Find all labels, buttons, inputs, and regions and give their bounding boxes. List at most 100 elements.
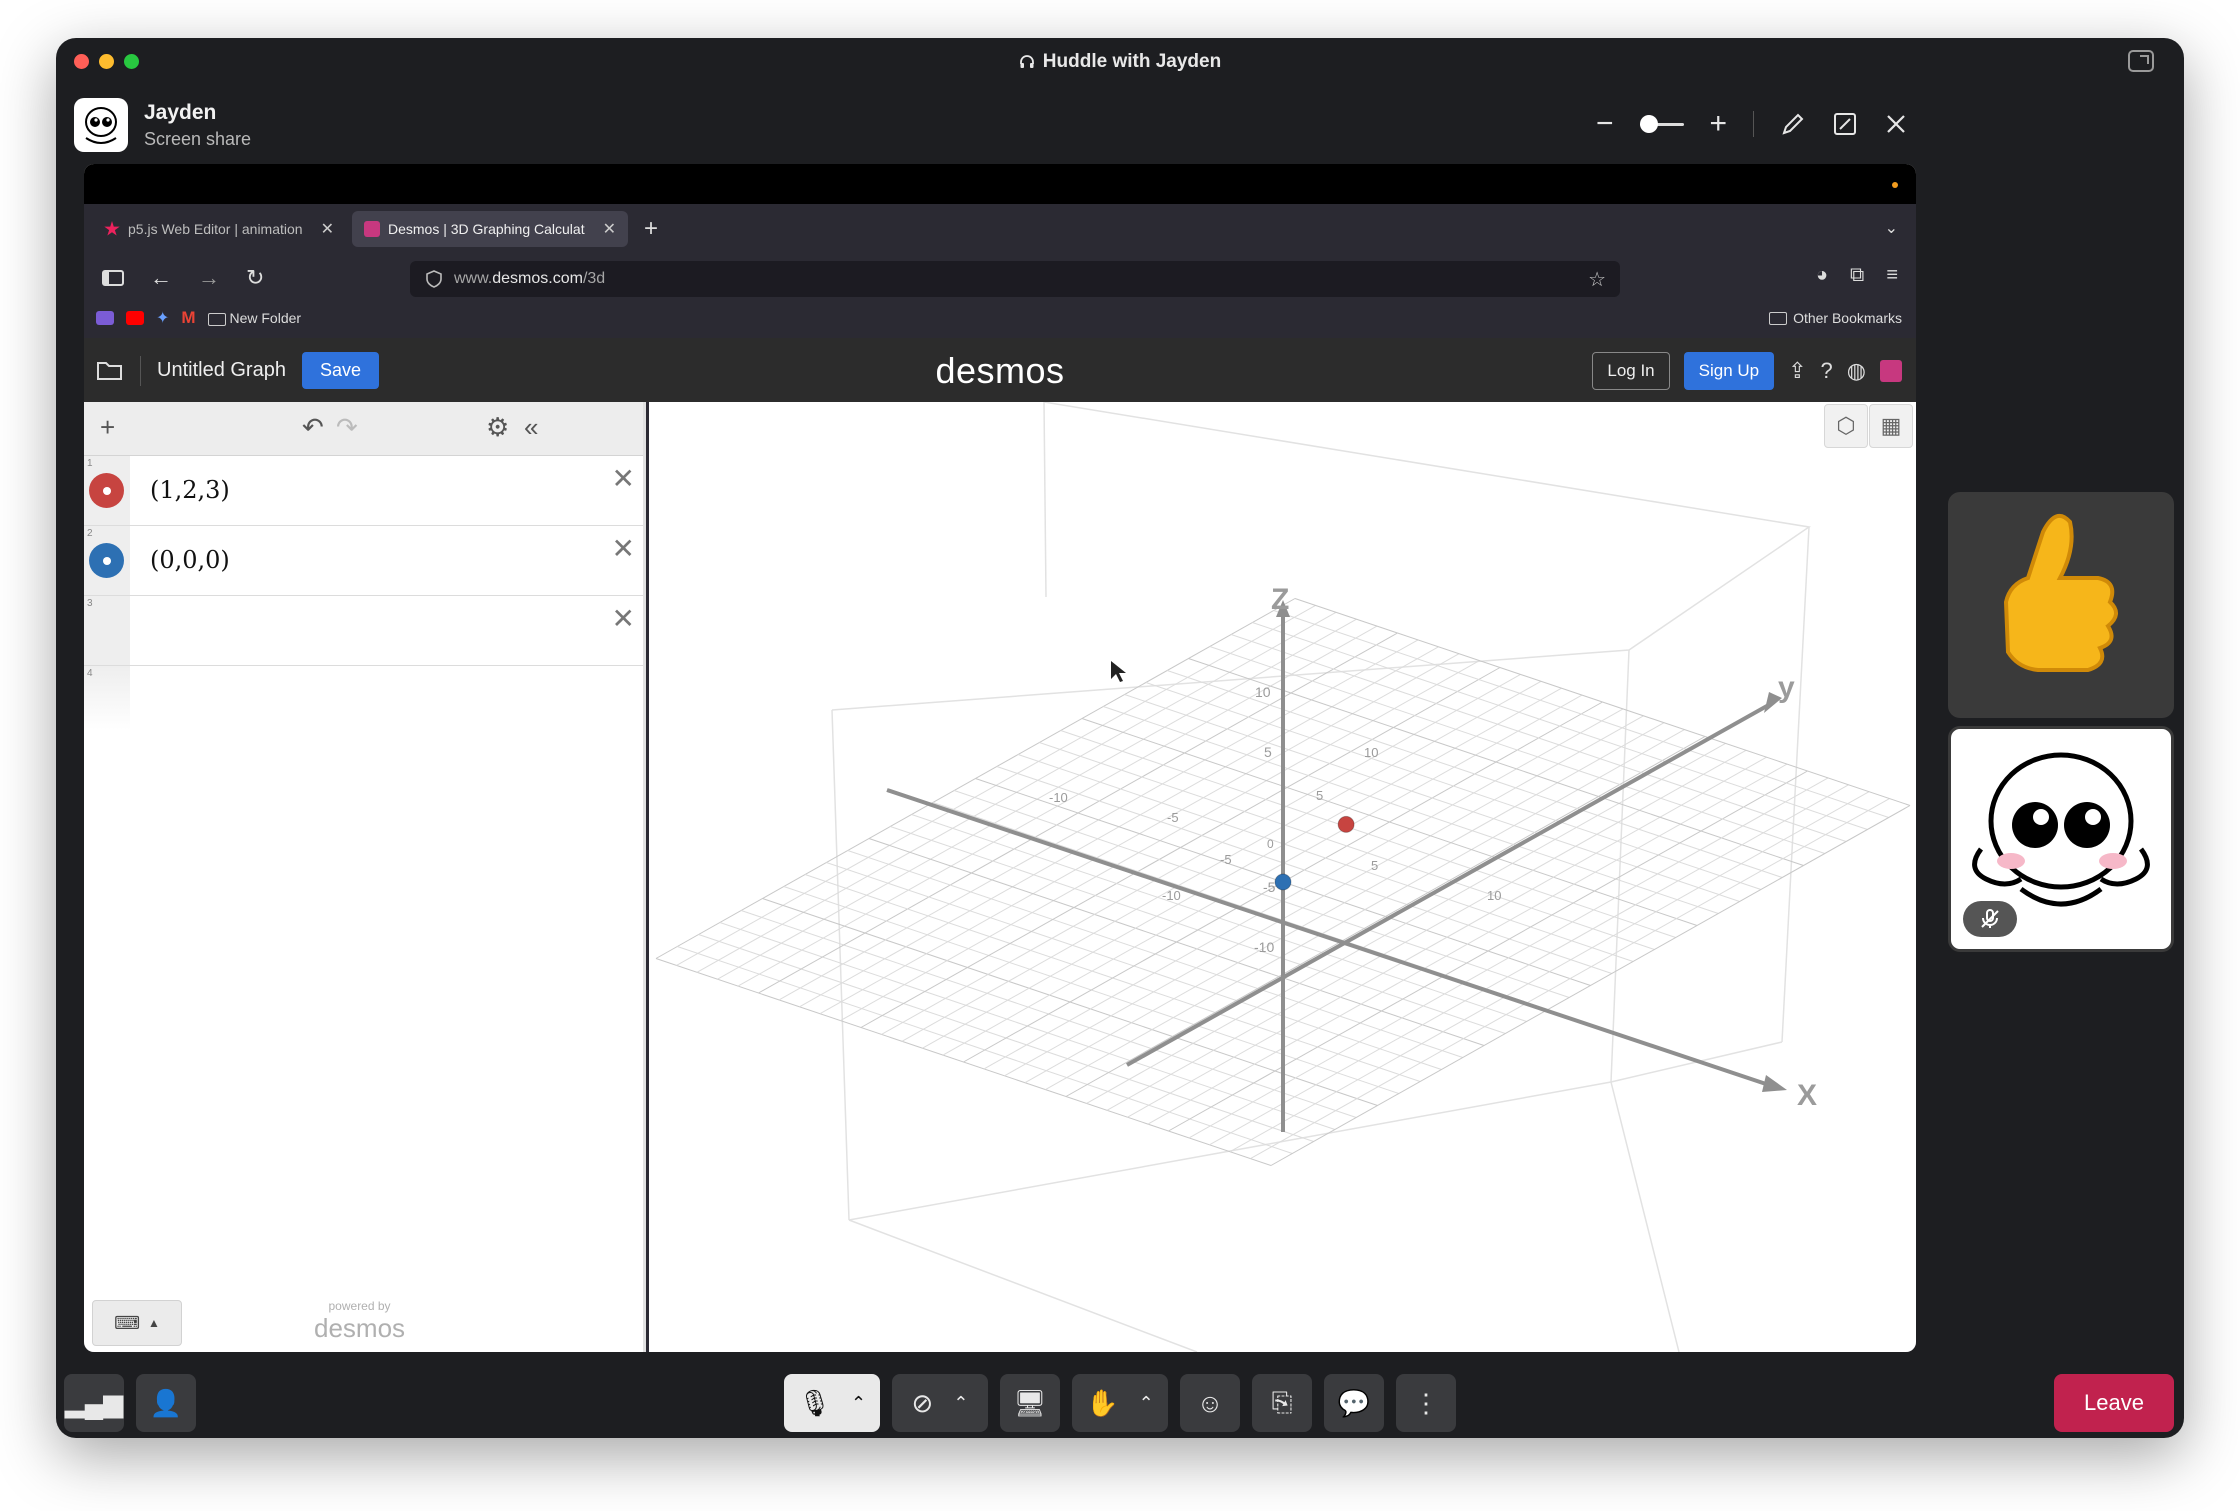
add-expression-icon[interactable]: + — [100, 412, 115, 443]
grid-line — [1229, 791, 1870, 1153]
graph-title[interactable]: Untitled Graph — [157, 359, 286, 382]
expression-row[interactable]: 2 (0,0,0) ✕ — [84, 526, 643, 596]
grid-line — [1167, 670, 1783, 878]
close-tab-icon[interactable]: ✕ — [603, 219, 616, 239]
share-icon[interactable]: ⇪ — [1788, 358, 1806, 384]
title-bar: Huddle with Jayden — [56, 38, 2184, 86]
globe-icon[interactable]: ◍ — [1847, 358, 1866, 384]
zoom-in-icon[interactable]: + — [1710, 107, 1728, 141]
reload-icon[interactable]: ↻ — [246, 265, 264, 291]
add-people-button[interactable]: 👤 — [136, 1374, 196, 1432]
participant-tile-self[interactable] — [1948, 726, 2174, 952]
expression-latex[interactable]: (0,0,0) — [150, 546, 230, 574]
screen-share-button[interactable]: 🖥 — [1000, 1374, 1060, 1432]
chevron-down-icon[interactable]: ⌄ — [1885, 218, 1898, 238]
save-button[interactable]: Save — [301, 352, 379, 389]
point-color-icon[interactable] — [89, 473, 124, 508]
leave-button[interactable]: Leave — [2054, 1374, 2174, 1432]
redo-icon[interactable]: ↷ — [336, 412, 358, 443]
bookmark-new-folder[interactable]: New Folder — [207, 310, 301, 326]
raise-hand-button[interactable]: ✋ ⌃ — [1072, 1374, 1168, 1432]
expression-number: 4 — [87, 668, 93, 679]
point-marker[interactable] — [1337, 815, 1355, 833]
expression-row[interactable]: 1 (1,2,3) ✕ — [84, 456, 643, 526]
url-prefix: www. — [454, 270, 493, 287]
expression-row[interactable]: 4 — [84, 666, 643, 730]
thumbs-up-icon — [2003, 513, 2118, 672]
menu-icon[interactable]: ≡ — [1886, 264, 1898, 287]
grid-line — [1060, 730, 1676, 938]
gmail-m-bookmark-icon[interactable]: M — [181, 308, 195, 328]
connection-stats-button[interactable]: ▂▄▆ — [64, 1374, 124, 1432]
chat-button[interactable]: 💬 — [1324, 1374, 1384, 1432]
help-icon[interactable]: ? — [1821, 358, 1833, 384]
window-title: Huddle with Jayden — [1019, 51, 1221, 73]
open-folder-icon[interactable] — [96, 360, 124, 382]
nav-right-tools: ◕ ⧉ ≡ — [1816, 264, 1898, 287]
y-tick-label: 10 — [1364, 745, 1378, 760]
origin-label: 0 — [1267, 837, 1274, 851]
y-axis-line — [1126, 700, 1775, 1067]
hand-icon: ✋ — [1086, 1387, 1119, 1418]
chevron-up-icon[interactable]: ⌃ — [1139, 1393, 1154, 1414]
chevron-up-icon[interactable]: ⌃ — [851, 1393, 866, 1414]
history-icon[interactable]: ◕ — [1816, 264, 1828, 287]
grid-line — [1124, 694, 1740, 902]
close-window-button[interactable] — [74, 54, 89, 69]
cube-view-icon[interactable]: ⬡ — [1824, 404, 1868, 448]
delete-expression-icon[interactable]: ✕ — [612, 532, 635, 565]
tab-desmos[interactable]: Desmos | 3D Graphing Calculat ✕ — [351, 211, 628, 247]
youtube-bookmark-icon[interactable] — [126, 311, 144, 325]
participant-tile-reaction[interactable] — [1948, 492, 2174, 718]
undo-icon[interactable]: ↶ — [302, 412, 324, 443]
zoom-window-button[interactable] — [124, 54, 139, 69]
url-bar[interactable]: www.desmos.com/3d ☆ — [410, 261, 1620, 297]
tab-p5js[interactable]: p5.js Web Editor | animation ✕ — [92, 211, 346, 247]
collapse-panel-icon[interactable]: « — [524, 412, 538, 443]
x-tick-label: 10 — [1487, 888, 1501, 903]
popout-icon[interactable] — [2128, 50, 2154, 72]
reactions-button[interactable]: ☺ — [1180, 1374, 1240, 1432]
other-bookmarks[interactable]: Other Bookmarks — [1769, 310, 1902, 326]
close-tab-icon[interactable]: ✕ — [321, 219, 334, 239]
gemini-bookmark-icon[interactable]: ✦ — [156, 308, 169, 328]
point-color-icon[interactable] — [89, 543, 124, 578]
bookmark-star-icon[interactable]: ☆ — [1588, 267, 1606, 292]
expression-row[interactable]: 3 ✕ — [84, 596, 643, 666]
zoom-slider[interactable] — [1639, 114, 1684, 133]
more-options-button[interactable]: ⋮ — [1396, 1374, 1456, 1432]
tab-label: Desmos | 3D Graphing Calculat — [387, 221, 585, 237]
fullscreen-icon[interactable] — [1832, 111, 1858, 137]
extensions-icon[interactable]: ⧉ — [1850, 264, 1864, 287]
delete-expression-icon[interactable]: ✕ — [612, 462, 635, 495]
sign-up-button[interactable]: Sign Up — [1683, 352, 1775, 390]
log-in-button[interactable]: Log In — [1592, 352, 1670, 390]
delete-expression-icon[interactable]: ✕ — [612, 602, 635, 635]
minimize-window-button[interactable] — [99, 54, 114, 69]
draw-pencil-icon[interactable] — [1780, 111, 1806, 137]
settings-gear-icon[interactable]: ⚙ — [486, 412, 509, 443]
grid-line — [996, 766, 1612, 974]
grid-view-icon[interactable]: ▦ — [1869, 404, 1913, 448]
sidebar-toggle-icon[interactable] — [102, 269, 124, 287]
back-arrow-icon[interactable]: ← — [150, 265, 172, 291]
forward-arrow-icon[interactable]: → — [198, 265, 220, 291]
grid-line — [1188, 658, 1804, 866]
grid-line — [1039, 742, 1655, 950]
z-tick-label: -10 — [1254, 939, 1274, 955]
grid-line — [1086, 742, 1726, 1104]
point-marker[interactable] — [1274, 873, 1292, 891]
sticker-button[interactable]: ⎘ — [1252, 1374, 1312, 1432]
new-tab-icon[interactable]: + — [644, 215, 658, 243]
microphone-button[interactable]: 🎙 ⌃ — [784, 1374, 880, 1432]
close-share-icon[interactable] — [1884, 112, 1908, 136]
expression-latex[interactable]: (1,2,3) — [150, 476, 230, 504]
chevron-up-icon[interactable]: ⌃ — [953, 1393, 968, 1414]
gmail-bookmark-icon[interactable] — [96, 311, 114, 325]
keyboard-toggle-button[interactable]: ⌨ ▲ — [92, 1300, 182, 1346]
zoom-out-icon[interactable]: − — [1596, 107, 1614, 141]
desmos-profile-icon[interactable] — [1880, 360, 1902, 382]
graph-3d-canvas[interactable]: X y Z 10 5 -5 -10 10 5 -5 -10 -10 -5 5 1… — [649, 401, 1916, 1352]
other-bookmarks-label: Other Bookmarks — [1793, 310, 1902, 326]
camera-button[interactable]: ⊘ ⌃ — [892, 1374, 988, 1432]
